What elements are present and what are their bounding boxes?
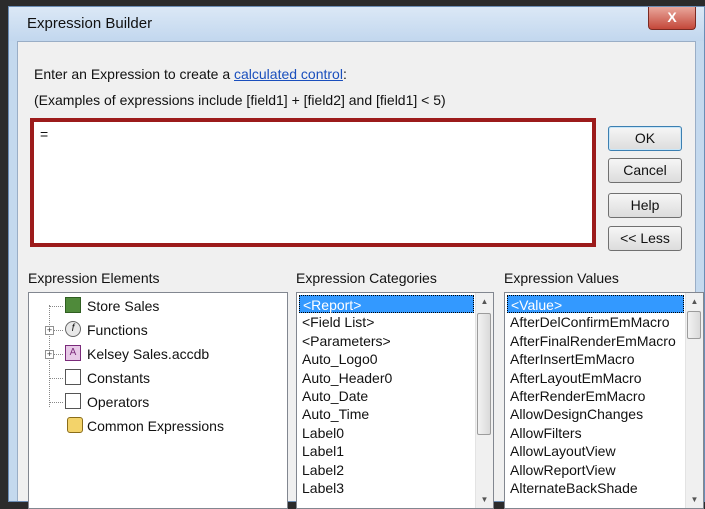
expression-elements-tree[interactable]: + + Store Sales f Functions A Kelsey Sal… <box>28 292 288 509</box>
tree-item-functions[interactable]: f Functions <box>29 318 285 342</box>
expression-input[interactable]: = <box>30 118 596 247</box>
tree-item-kelsey-sales[interactable]: A Kelsey Sales.accdb <box>29 342 285 366</box>
list-item[interactable]: AfterFinalRenderEmMacro <box>507 332 684 350</box>
tree-item-common-expressions[interactable]: Common Expressions <box>29 414 285 438</box>
list-item[interactable]: Label2 <box>299 461 474 479</box>
tree-item-label: Kelsey Sales.accdb <box>87 346 210 362</box>
list-item[interactable]: Auto_Header0 <box>299 369 474 387</box>
expression-elements-label: Expression Elements <box>28 270 160 286</box>
cancel-button[interactable]: Cancel <box>608 158 682 183</box>
dialog-body: Enter an Expression to create a calculat… <box>17 41 704 509</box>
values-items: <Value> AfterDelConfirmEmMacro AfterFina… <box>507 295 684 497</box>
instruction-line-2: (Examples of expressions include [field1… <box>34 92 446 108</box>
list-item[interactable]: Auto_Logo0 <box>299 350 474 368</box>
list-item[interactable]: <Value> <box>507 295 684 314</box>
ok-button[interactable]: OK <box>608 126 682 151</box>
list-item[interactable]: AllowReportView <box>507 461 684 479</box>
expression-categories-list[interactable]: <Report> <Field List> <Parameters> Auto_… <box>296 292 494 509</box>
list-item[interactable]: Label0 <box>299 424 474 442</box>
categories-items: <Report> <Field List> <Parameters> Auto_… <box>299 295 474 497</box>
expression-builder-dialog: Expression Builder X Enter an Expression… <box>8 6 705 509</box>
expression-values-label: Expression Values <box>504 270 619 286</box>
list-item[interactable]: AllowDesignChanges <box>507 405 684 423</box>
tree-item-store-sales[interactable]: Store Sales <box>29 294 285 318</box>
list-item[interactable]: AfterLayoutEmMacro <box>507 369 684 387</box>
list-item[interactable]: <Report> <box>299 295 474 314</box>
dialog-title: Expression Builder <box>27 15 153 32</box>
tree-item-label: Operators <box>87 394 150 410</box>
tree-item-operators[interactable]: Operators <box>29 390 285 414</box>
list-item[interactable]: AfterInsertEmMacro <box>507 350 684 368</box>
list-item[interactable]: AfterRenderEmMacro <box>507 387 684 405</box>
scroll-down-icon[interactable]: ▼ <box>686 491 703 508</box>
instruction-line-1: Enter an Expression to create a calculat… <box>34 66 347 82</box>
list-item[interactable]: Auto_Date <box>299 387 474 405</box>
tree-item-label: Common Expressions <box>87 418 224 434</box>
list-item[interactable]: <Parameters> <box>299 332 474 350</box>
scroll-down-icon[interactable]: ▼ <box>476 491 493 508</box>
list-item[interactable]: AlternateBackShade <box>507 479 684 497</box>
title-bar: Expression Builder X <box>9 7 704 41</box>
form-icon <box>65 297 81 313</box>
categories-scrollbar[interactable]: ▲ ▼ <box>475 293 493 508</box>
expression-categories-label: Expression Categories <box>296 270 437 286</box>
operators-icon <box>65 393 81 409</box>
list-item[interactable]: <Field List> <box>299 313 474 331</box>
close-icon: X <box>667 9 677 25</box>
common-expressions-icon <box>67 417 83 433</box>
list-item[interactable]: AfterDelConfirmEmMacro <box>507 313 684 331</box>
scroll-thumb[interactable] <box>477 313 491 435</box>
scroll-up-icon[interactable]: ▲ <box>476 293 493 310</box>
expression-text[interactable]: = <box>40 126 48 142</box>
help-button[interactable]: Help <box>608 193 682 218</box>
list-item[interactable]: AllowFilters <box>507 424 684 442</box>
database-icon: A <box>65 345 81 361</box>
calculated-control-link[interactable]: calculated control <box>234 66 343 82</box>
tree-item-label: Functions <box>87 322 148 338</box>
scroll-up-icon[interactable]: ▲ <box>686 293 703 310</box>
expression-values-list[interactable]: <Value> AfterDelConfirmEmMacro AfterFina… <box>504 292 704 509</box>
list-item[interactable]: AllowLayoutView <box>507 442 684 460</box>
instruction-text: Enter an Expression to create a <box>34 66 234 82</box>
list-item[interactable]: Label3 <box>299 479 474 497</box>
tree-item-constants[interactable]: Constants <box>29 366 285 390</box>
less-button[interactable]: << Less <box>608 226 682 251</box>
tree-item-label: Constants <box>87 370 151 386</box>
scroll-thumb[interactable] <box>687 311 701 339</box>
list-item[interactable]: Auto_Time <box>299 405 474 423</box>
instruction-suffix: : <box>342 66 347 82</box>
tree-item-label: Store Sales <box>87 298 160 314</box>
values-scrollbar[interactable]: ▲ ▼ <box>685 293 703 508</box>
close-button[interactable]: X <box>648 7 696 30</box>
function-icon: f <box>65 321 81 337</box>
constants-icon <box>65 369 81 385</box>
list-item[interactable]: Label1 <box>299 442 474 460</box>
